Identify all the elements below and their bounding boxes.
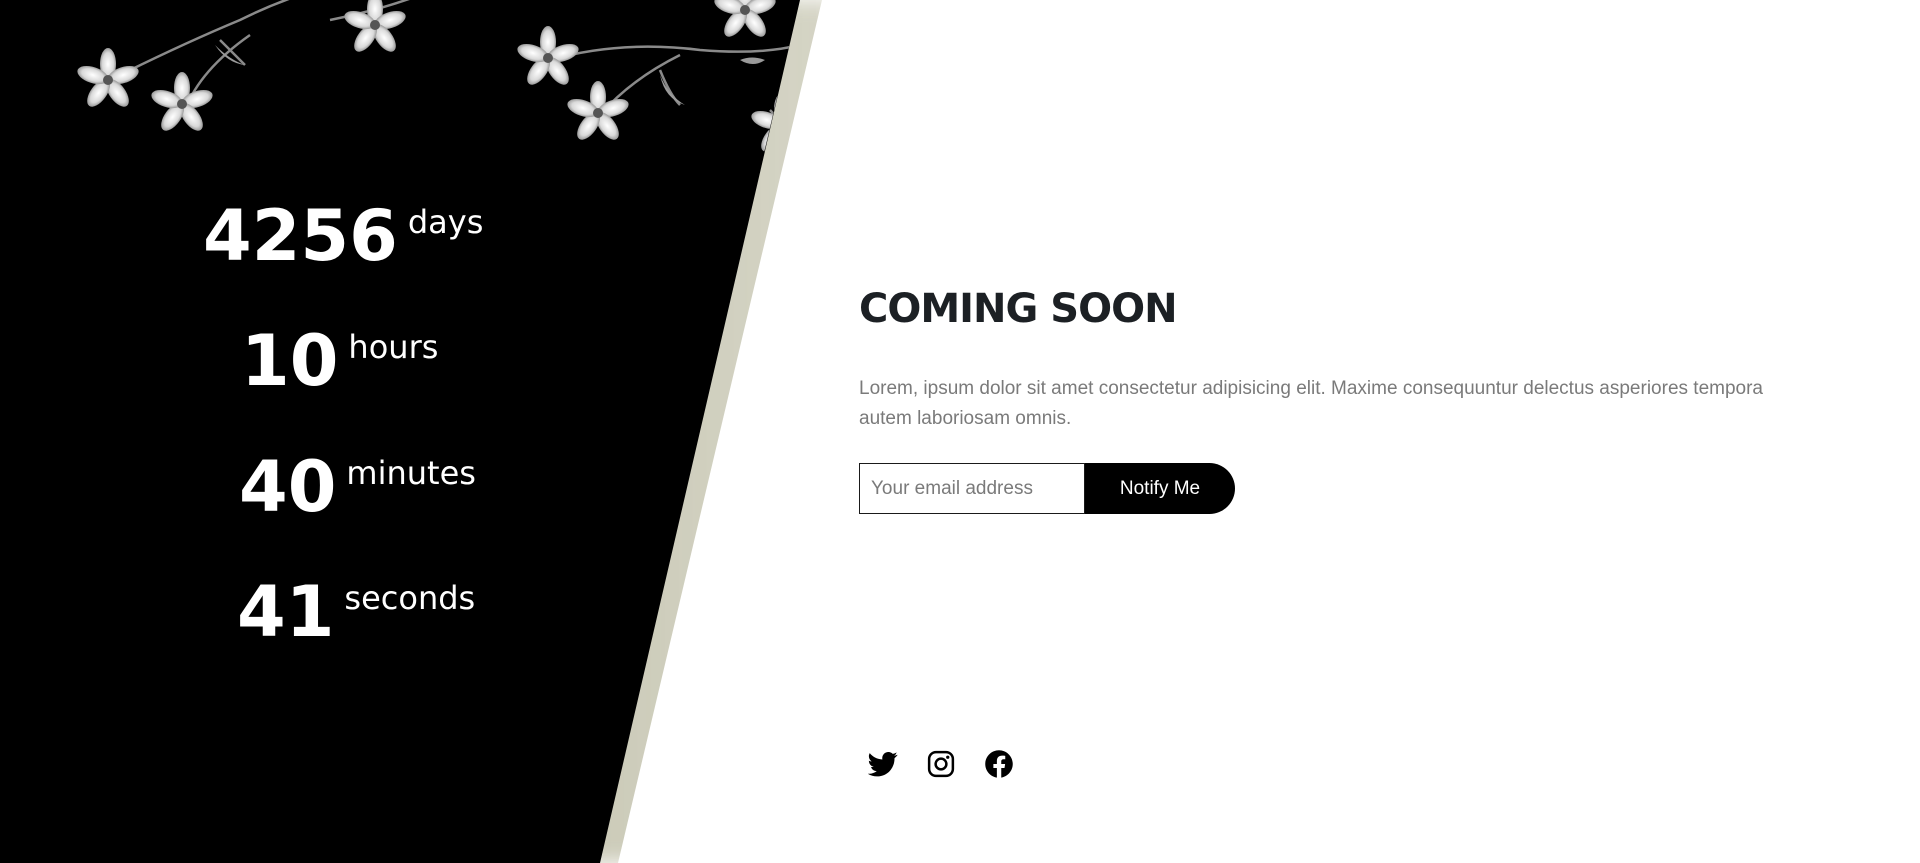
countdown-days: 4256 days: [203, 198, 483, 274]
minutes-label: minutes: [346, 454, 476, 492]
hours-label: hours: [348, 328, 439, 366]
email-input[interactable]: [859, 463, 1085, 514]
days-value: 4256: [203, 195, 398, 277]
page-title: COMING SOON: [859, 286, 1178, 332]
twitter-link[interactable]: [867, 748, 899, 780]
facebook-link[interactable]: [983, 748, 1015, 780]
instagram-link[interactable]: [925, 748, 957, 780]
facebook-icon: [985, 750, 1013, 778]
minutes-value: 40: [239, 446, 337, 528]
coming-soon-page: 4256 days 10 hours 40 minutes 41 seconds…: [0, 0, 1920, 863]
countdown-seconds: 41 seconds: [237, 574, 475, 650]
countdown-hours: 10 hours: [241, 323, 438, 399]
days-label: days: [407, 203, 484, 241]
countdown-minutes: 40 minutes: [239, 449, 476, 525]
hours-value: 10: [241, 320, 339, 402]
seconds-value: 41: [237, 571, 335, 653]
subscribe-form: Notify Me: [859, 463, 1235, 514]
instagram-icon: [927, 750, 955, 778]
notify-me-button[interactable]: Notify Me: [1085, 463, 1235, 514]
main-content: COMING SOON Lorem, ipsum dolor sit amet …: [859, 0, 1859, 863]
description-text: Lorem, ipsum dolor sit amet consectetur …: [859, 378, 1763, 429]
twitter-icon: [868, 752, 898, 777]
social-links: [867, 748, 1015, 780]
flower-branch-image: [0, 0, 820, 170]
seconds-label: seconds: [344, 579, 476, 617]
